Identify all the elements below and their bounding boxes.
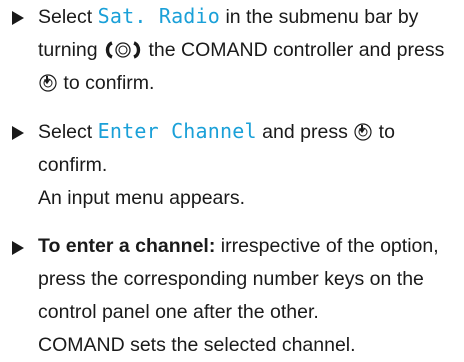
controller-press-icon: [38, 73, 58, 93]
menu-item-enter-channel: Enter Channel: [97, 119, 257, 143]
instruction-list: Select Sat. Radio in the submenu bar by …: [10, 0, 456, 362]
step-text: the COMAND controller and press: [143, 39, 445, 61]
step-text: Select: [38, 121, 98, 143]
step-arrow-icon: [12, 241, 24, 255]
step-result: An input menu appears.: [38, 187, 246, 209]
step-lead: To enter a channel:: [38, 235, 216, 257]
instruction-step-select-sat-radio: Select Sat. Radio in the submenu bar by …: [10, 0, 456, 100]
step-arrow-icon: [12, 11, 24, 25]
instruction-step-enter-channel: Select Enter Channel and press to confir…: [10, 115, 456, 215]
controller-press-icon: [353, 122, 373, 142]
step-result: COMAND sets the selected channel.: [38, 334, 356, 356]
step-text: to confirm.: [58, 72, 155, 94]
step-text: and press: [256, 121, 354, 143]
menu-item-sat-radio: Sat. Radio: [97, 4, 221, 28]
step-text: Select: [38, 6, 98, 28]
controller-rotate-icon: [103, 40, 143, 60]
step-arrow-icon: [12, 126, 24, 140]
instruction-step-enter-a-channel: To enter a channel: irrespective of the …: [10, 230, 456, 362]
